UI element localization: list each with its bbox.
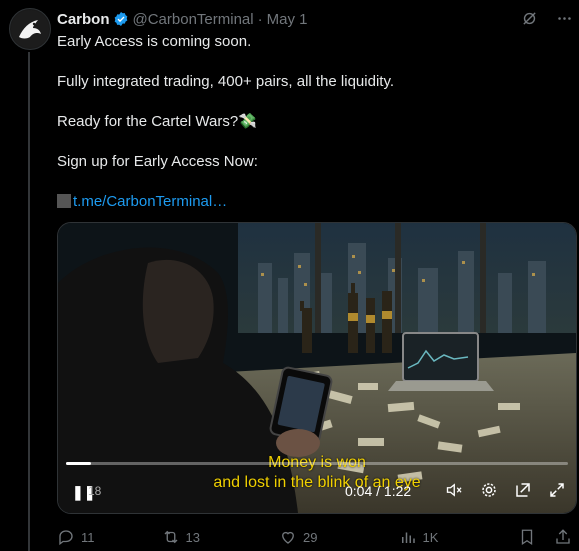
share-actions: [518, 528, 572, 546]
settings-gear-icon[interactable]: [480, 481, 498, 504]
verified-badge-icon: [114, 12, 127, 26]
text-line-3-text: Ready for the Cartel Wars?: [57, 113, 239, 130]
fullscreen-icon[interactable]: [548, 481, 566, 504]
repost-button[interactable]: 13: [162, 528, 279, 546]
video-control-icons: [446, 481, 566, 504]
tweet[interactable]: Carbon @CarbonTerminal · May 1 Early Acc…: [0, 0, 579, 551]
views-button[interactable]: 1K: [399, 528, 518, 546]
link-line: t.me/CarbonTerminal…: [57, 192, 227, 212]
heart-icon: [282, 531, 294, 544]
views-chart-icon: [401, 532, 415, 543]
video-player[interactable]: Money is won and lost in the blink of an…: [57, 222, 577, 514]
mute-icon[interactable]: [446, 482, 464, 503]
separator-dot: ·: [257, 10, 263, 28]
link-emoji-icon: [57, 194, 71, 208]
pip-icon[interactable]: [514, 481, 532, 504]
text-line-3: Ready for the Cartel Wars?💸: [57, 112, 257, 132]
grok-icon[interactable]: [521, 10, 538, 31]
video-time: 0:04 / 1:22: [345, 483, 412, 499]
header-actions: [521, 10, 573, 31]
like-button[interactable]: 29: [279, 528, 398, 546]
text-line-4: Sign up for Early Access Now:: [57, 153, 258, 170]
avatar[interactable]: [9, 8, 51, 50]
text-line-1: Early Access is coming soon.: [57, 33, 252, 50]
bookmark-icon[interactable]: [518, 528, 536, 546]
share-icon[interactable]: [554, 528, 572, 546]
money-wings-emoji: 💸: [238, 113, 257, 130]
view-count: 1K: [422, 529, 439, 545]
reply-button[interactable]: 11: [57, 528, 162, 546]
tweet-date[interactable]: May 1: [267, 11, 308, 28]
more-options-icon[interactable]: [556, 10, 573, 31]
video-controls: ❚❚ 18 0:04 / 1:22: [58, 479, 576, 503]
author-name[interactable]: Carbon: [57, 11, 110, 28]
author-handle[interactable]: @CarbonTerminal: [133, 11, 254, 28]
bird-logo-icon: [11, 10, 49, 48]
repost-icon: [164, 530, 178, 544]
text-line-2: Fully integrated trading, 400+ pairs, al…: [57, 73, 394, 90]
like-count: 29: [303, 529, 318, 545]
avatar-column: [9, 8, 51, 50]
reply-icon: [59, 530, 73, 546]
tweet-actions: 11 13 29 1K: [57, 527, 572, 547]
telegram-link[interactable]: t.me/CarbonTerminal…: [73, 193, 227, 210]
repost-count: 13: [185, 529, 201, 545]
video-progress-bar[interactable]: [66, 462, 568, 465]
reply-count: 11: [81, 529, 95, 545]
video-progress-fill: [66, 462, 92, 465]
tweet-header: Carbon @CarbonTerminal · May 1: [57, 9, 569, 29]
thread-line: [28, 52, 30, 551]
skip-indicator: 18: [88, 484, 102, 498]
